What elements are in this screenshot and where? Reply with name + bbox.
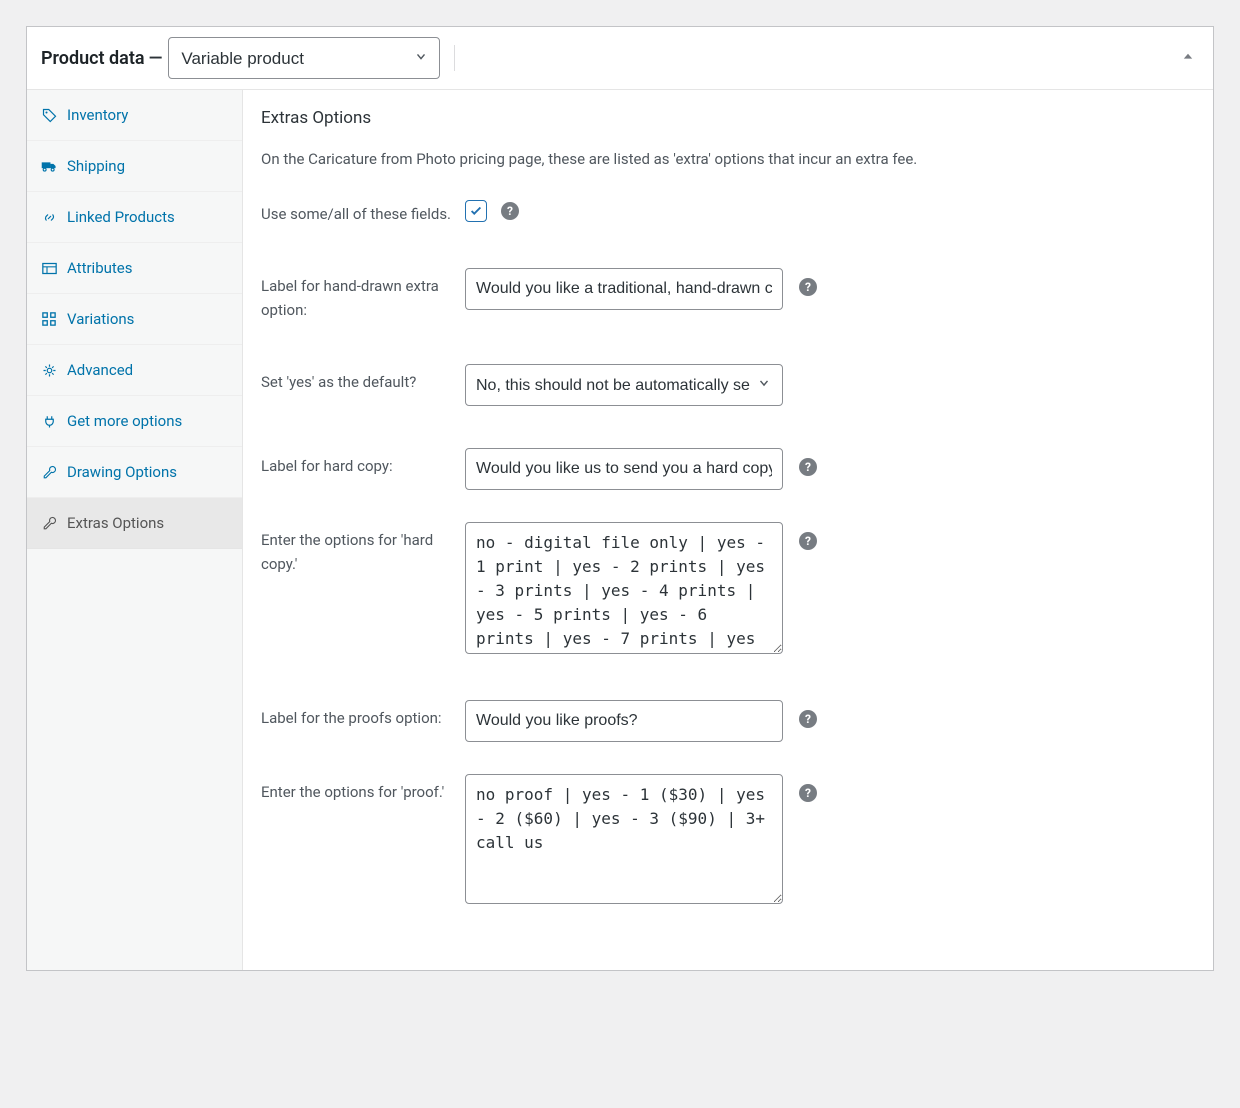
help-icon[interactable]: ?	[799, 278, 817, 296]
tab-label: Linked Products	[67, 208, 175, 226]
tab-get-more-options[interactable]: Get more options	[27, 396, 242, 447]
grid-icon	[41, 312, 57, 326]
tab-label: Attributes	[67, 259, 133, 277]
help-icon[interactable]: ?	[501, 202, 519, 220]
tab-shipping[interactable]: Shipping	[27, 141, 242, 192]
help-icon[interactable]: ?	[799, 532, 817, 550]
hand-drawn-label-label: Label for hand-drawn extra option:	[261, 268, 465, 322]
link-icon	[41, 210, 57, 225]
section-heading: Extras Options	[261, 108, 1195, 128]
panel-title: Product data	[41, 48, 145, 69]
default-yes-label: Set 'yes' as the default?	[261, 364, 465, 394]
tab-label: Variations	[67, 310, 134, 328]
proofs-label-input[interactable]	[465, 700, 783, 742]
tab-inventory[interactable]: Inventory	[27, 90, 242, 141]
use-fields-label: Use some/all of these fields.	[261, 196, 465, 226]
product-data-panel: Product data — Variable product Inventor…	[26, 26, 1214, 971]
hard-copy-options-textarea[interactable]	[465, 522, 783, 654]
tab-drawing-options[interactable]: Drawing Options	[27, 447, 242, 498]
tab-label: Shipping	[67, 157, 125, 175]
wrench-icon	[41, 465, 57, 480]
use-fields-checkbox[interactable]	[465, 200, 487, 222]
tab-label: Extras Options	[67, 514, 164, 532]
wrench-icon	[41, 516, 57, 531]
help-icon[interactable]: ?	[799, 784, 817, 802]
hard-copy-label-label: Label for hard copy:	[261, 448, 465, 478]
tab-label: Get more options	[67, 412, 182, 430]
divider	[454, 45, 455, 71]
tab-label: Advanced	[67, 361, 133, 379]
panel-header: Product data — Variable product	[27, 27, 1213, 90]
product-type-select[interactable]: Variable product	[168, 37, 440, 79]
collapse-toggle[interactable]	[1181, 50, 1195, 67]
default-yes-select[interactable]: No, this should not be automatically sel…	[465, 364, 783, 406]
tab-label: Drawing Options	[67, 463, 177, 481]
tag-icon	[41, 108, 57, 123]
help-icon[interactable]: ?	[799, 710, 817, 728]
proofs-label-label: Label for the proofs option:	[261, 700, 465, 730]
gear-icon	[41, 363, 57, 378]
truck-icon	[41, 159, 57, 173]
plug-icon	[41, 414, 57, 429]
extras-options-content: Extras Options On the Caricature from Ph…	[243, 90, 1213, 970]
tab-attributes[interactable]: Attributes	[27, 243, 242, 294]
tab-variations[interactable]: Variations	[27, 294, 242, 345]
hand-drawn-label-input[interactable]	[465, 268, 783, 310]
proofs-options-label: Enter the options for 'proof.'	[261, 774, 465, 804]
section-description: On the Caricature from Photo pricing pag…	[261, 150, 1195, 168]
hard-copy-label-input[interactable]	[465, 448, 783, 490]
title-dash: —	[149, 48, 163, 69]
tab-advanced[interactable]: Advanced	[27, 345, 242, 396]
product-data-tabs: Inventory Shipping Linked Products Attri…	[27, 90, 243, 970]
list-icon	[41, 262, 57, 275]
help-icon[interactable]: ?	[799, 458, 817, 476]
proofs-options-textarea[interactable]	[465, 774, 783, 904]
tab-linked-products[interactable]: Linked Products	[27, 192, 242, 243]
tab-extras-options[interactable]: Extras Options	[27, 498, 242, 549]
tab-label: Inventory	[67, 106, 128, 124]
hard-copy-options-label: Enter the options for 'hard copy.'	[261, 522, 465, 576]
